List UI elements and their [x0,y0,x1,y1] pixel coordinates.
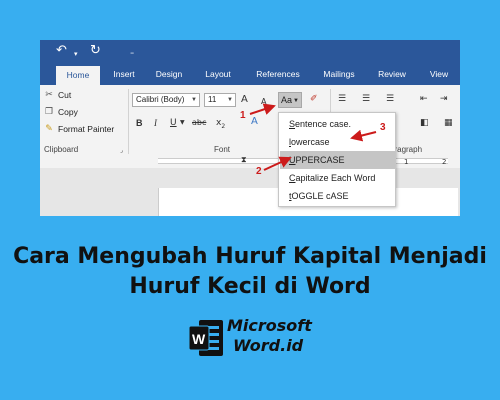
microsoft-word-id-logo: W Microsoft Word.id [189,312,313,366]
title-line-1: Cara Mengubah Huruf Kapital Menjadi [13,244,487,269]
page-title: Cara Mengubah Huruf Kapital Menjadi Huru… [0,242,500,302]
annotation-overlay: 1 2 3 [240,103,386,177]
word-screenshot: ↶ ▾ ↻ ₌ Home Insert Design Layout Refere… [40,40,460,216]
annotation-number-1: 1 [240,110,246,121]
title-line-2: Huruf Kecil di Word [129,274,371,299]
arrow-2 [263,156,292,171]
arrow-1 [249,103,276,115]
annotation-number-2: 2 [256,166,262,177]
arrow-3 [350,129,377,142]
annotation-number-3: 3 [380,122,386,133]
logo-line-1: Microsoft [227,316,312,335]
logo-line-2: Word.id [233,336,304,355]
word-logo-icon: W [189,320,223,356]
logo-badge-letter: W [192,331,206,347]
